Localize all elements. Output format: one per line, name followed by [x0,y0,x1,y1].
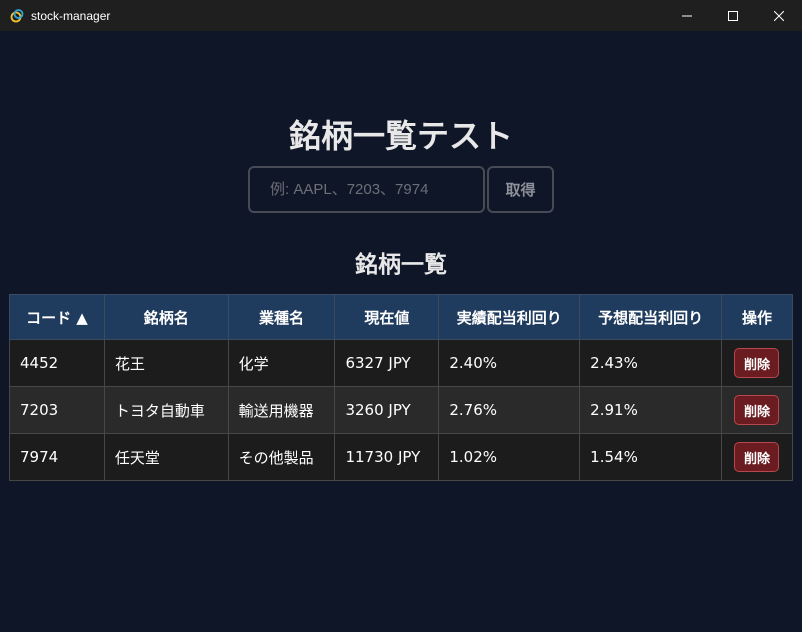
maximize-icon [728,10,738,21]
table-row: 7203 トヨタ自動車 輸送用機器 3260 JPY 2.76% 2.91% 削… [9,386,794,434]
cell-actual-yield: 1.02% [438,433,581,481]
search-row: 取得 [248,166,554,213]
fetch-button[interactable]: 取得 [487,166,554,213]
table-row: 4452 花王 化学 6327 JPY 2.40% 2.43% 削除 [9,339,794,387]
window-titlebar: stock-manager [0,0,802,31]
cell-code: 7974 [9,433,105,481]
header-name[interactable]: 銘柄名 [103,294,229,340]
window-title: stock-manager [31,8,111,23]
cell-industry: 化学 [227,339,336,387]
header-price[interactable]: 現在値 [334,294,440,340]
stock-code-input[interactable] [248,166,485,213]
header-forecast-yield[interactable]: 予想配当利回り [579,294,722,340]
main-content: 銘柄一覧テスト 取得 銘柄一覧 コード ▲ 銘柄名 業種名 現在値 実績配当利回… [0,31,802,632]
cell-actual-yield: 2.76% [438,386,581,434]
cell-action: 削除 [720,386,794,434]
table-row: 7974 任天堂 その他製品 11730 JPY 1.02% 1.54% 削除 [9,433,794,481]
header-code-sort[interactable]: コード ▲ [9,294,105,340]
table-header-row: コード ▲ 銘柄名 業種名 現在値 実績配当利回り 予想配当利回り 操作 [9,294,794,340]
app-logo-icon [10,8,24,22]
header-action: 操作 [720,294,794,340]
stock-table: コード ▲ 銘柄名 業種名 現在値 実績配当利回り 予想配当利回り 操作 445… [9,294,794,481]
cell-code: 4452 [9,339,105,387]
header-industry[interactable]: 業種名 [227,294,336,340]
close-button[interactable] [756,0,802,31]
delete-button[interactable]: 削除 [734,348,780,378]
cell-action: 削除 [720,339,794,387]
cell-industry: 輸送用機器 [227,386,336,434]
maximize-button[interactable] [710,0,756,31]
cell-code: 7203 [9,386,105,434]
minimize-button[interactable] [664,0,710,31]
header-actual-yield[interactable]: 実績配当利回り [438,294,581,340]
cell-name: 花王 [103,339,229,387]
cell-price: 6327 JPY [334,339,440,387]
cell-action: 削除 [720,433,794,481]
cell-price: 11730 JPY [334,433,440,481]
cell-price: 3260 JPY [334,386,440,434]
window-controls [664,0,802,31]
cell-name: トヨタ自動車 [103,386,229,434]
cell-forecast-yield: 1.54% [579,433,722,481]
cell-industry: その他製品 [227,433,336,481]
page-title: 銘柄一覧テスト [288,117,513,155]
close-icon [774,10,784,21]
section-title: 銘柄一覧 [355,252,447,278]
cell-name: 任天堂 [103,433,229,481]
cell-actual-yield: 2.40% [438,339,581,387]
minimize-icon [682,15,692,16]
cell-forecast-yield: 2.91% [579,386,722,434]
cell-forecast-yield: 2.43% [579,339,722,387]
delete-button[interactable]: 削除 [734,442,780,472]
delete-button[interactable]: 削除 [734,395,780,425]
